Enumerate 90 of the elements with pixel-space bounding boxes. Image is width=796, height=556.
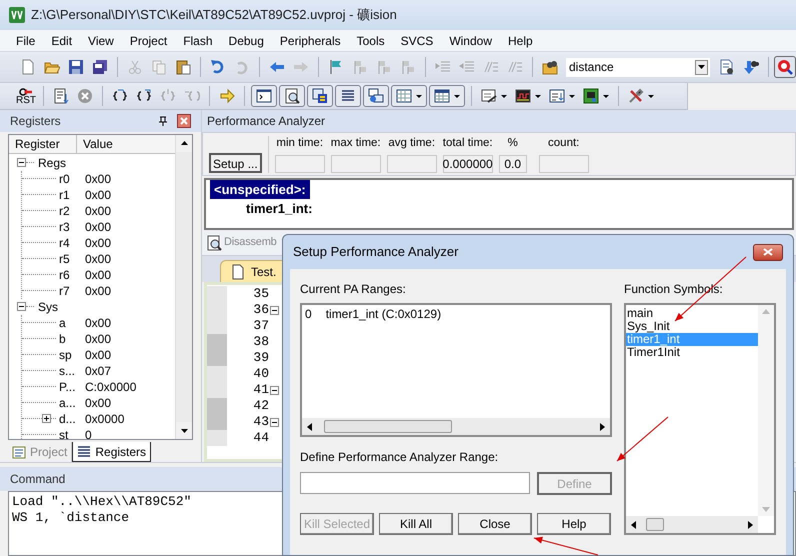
menu-item[interactable]: Tools bbox=[356, 32, 385, 50]
register-value: 0x00 bbox=[85, 234, 112, 252]
window-title: Z:\G\Personal\DIY\STC\Keil\AT89C52\AT89C52.uvproj - 礦ision bbox=[31, 6, 397, 24]
register-name: sp bbox=[59, 346, 73, 364]
register-name: d... bbox=[59, 410, 77, 428]
ranges-listbox[interactable]: 0 timer1_int (C:0x0129) bbox=[300, 303, 612, 437]
register-value: 0x0000 bbox=[85, 410, 124, 428]
readout-field: 0.0 bbox=[498, 155, 527, 173]
line-number: 37 bbox=[252, 317, 269, 336]
menu-item[interactable]: Edit bbox=[51, 32, 72, 50]
menu-item[interactable]: Window bbox=[449, 32, 492, 50]
register-value: 0x00 bbox=[85, 218, 112, 236]
symbols-listbox[interactable]: main Sys_Init timer1_int Timer1Init bbox=[624, 303, 776, 535]
register-value: 0x07 bbox=[85, 362, 112, 380]
tree-label[interactable]: Regs bbox=[38, 154, 66, 172]
column-header[interactable]: Register bbox=[9, 134, 77, 153]
panel-title: Command bbox=[10, 471, 66, 488]
line-number: 38 bbox=[252, 333, 269, 352]
register-value: 0x00 bbox=[85, 250, 112, 268]
menu-item[interactable]: Flash bbox=[183, 32, 213, 50]
register-value: 0x00 bbox=[85, 186, 112, 204]
line-number: 41 bbox=[252, 381, 269, 400]
register-name: b bbox=[59, 330, 67, 348]
symbol-item[interactable]: Sys_Init bbox=[626, 320, 758, 333]
section-label: Define Performance Analyzer Range: bbox=[300, 449, 500, 466]
register-value: 0x00 bbox=[85, 346, 112, 364]
column-header[interactable]: Value bbox=[77, 134, 175, 153]
register-name: r7 bbox=[59, 282, 71, 300]
register-value: 0x00 bbox=[85, 314, 112, 332]
register-value: 0x00 bbox=[85, 282, 112, 300]
register-value: 0x00 bbox=[85, 394, 112, 412]
dialog-title: Setup Performance Analyzer bbox=[293, 243, 460, 262]
range-item[interactable]: timer1_int: bbox=[242, 198, 316, 218]
field-label: min time: bbox=[276, 136, 324, 151]
line-number: 36 bbox=[252, 301, 269, 320]
section-label: Current PA Ranges: bbox=[300, 281, 407, 298]
setup-button[interactable]: Setup ... bbox=[209, 153, 262, 173]
field-label: % bbox=[508, 136, 518, 151]
field-label: total time: bbox=[442, 136, 493, 151]
register-value: 0x00 bbox=[85, 202, 112, 220]
range-entry[interactable]: timer1_int (C:0x0129) bbox=[326, 305, 442, 323]
tree-label[interactable]: Sys bbox=[38, 298, 58, 316]
register-name: s... bbox=[59, 362, 76, 380]
menu-item[interactable]: View bbox=[88, 32, 114, 50]
menu-item[interactable]: Project bbox=[130, 32, 168, 50]
line-number: 35 bbox=[252, 285, 269, 304]
register-name: r6 bbox=[59, 266, 71, 284]
line-number: 44 bbox=[252, 429, 269, 448]
symbol-item[interactable]: main bbox=[626, 307, 758, 320]
register-name: st bbox=[59, 426, 70, 439]
line-number: 39 bbox=[252, 349, 269, 368]
panel-title: Registers bbox=[10, 112, 62, 130]
menu-item[interactable]: SVCS bbox=[400, 32, 434, 50]
register-value: 0 bbox=[85, 426, 92, 439]
register-value: 0x00 bbox=[85, 170, 112, 188]
register-value: 0x00 bbox=[85, 266, 112, 284]
range-index: 0 bbox=[305, 306, 312, 323]
menu-item[interactable]: Help bbox=[508, 32, 533, 50]
register-name: r3 bbox=[59, 218, 71, 236]
register-name: a... bbox=[59, 394, 77, 412]
register-name: r1 bbox=[59, 186, 71, 204]
register-name: r2 bbox=[59, 202, 71, 220]
menu-item[interactable]: Peripherals bbox=[280, 32, 341, 50]
dialog-button[interactable]: Help bbox=[537, 513, 611, 535]
register-value: C:0x0000 bbox=[85, 378, 136, 396]
menu-item[interactable]: Debug bbox=[228, 32, 264, 50]
line-number: 40 bbox=[252, 365, 269, 384]
line-number: 43 bbox=[252, 413, 269, 432]
field-label: count: bbox=[548, 136, 580, 151]
readout-field: 0.000000 bbox=[442, 155, 493, 173]
register-name: r0 bbox=[59, 170, 71, 188]
reset-button[interactable]: RST bbox=[14, 87, 38, 105]
panel-title: Performance Analyzer bbox=[207, 113, 326, 130]
field-label: avg time: bbox=[388, 136, 436, 151]
register-name: r4 bbox=[59, 234, 71, 252]
dialog-button[interactable]: Close bbox=[458, 513, 532, 535]
register-name: P... bbox=[59, 378, 76, 396]
register-name: a bbox=[59, 314, 67, 332]
field-label: max time: bbox=[330, 136, 381, 151]
range-item[interactable]: <unspecified>: bbox=[210, 180, 310, 200]
command-line: Load "..\\Hex\\AT89C52" bbox=[12, 494, 192, 510]
dialog-button[interactable]: Kill All bbox=[379, 513, 453, 535]
search-combo[interactable]: distance bbox=[566, 58, 710, 76]
line-number: 42 bbox=[252, 397, 269, 416]
command-line: WS 1, `distance bbox=[12, 510, 130, 526]
menu-item[interactable]: File bbox=[16, 32, 36, 50]
panel-tab[interactable]: Registers bbox=[72, 442, 152, 462]
symbol-item[interactable]: Timer1Init bbox=[626, 346, 758, 359]
register-name: r5 bbox=[59, 250, 71, 268]
register-value: 0x00 bbox=[85, 330, 112, 348]
